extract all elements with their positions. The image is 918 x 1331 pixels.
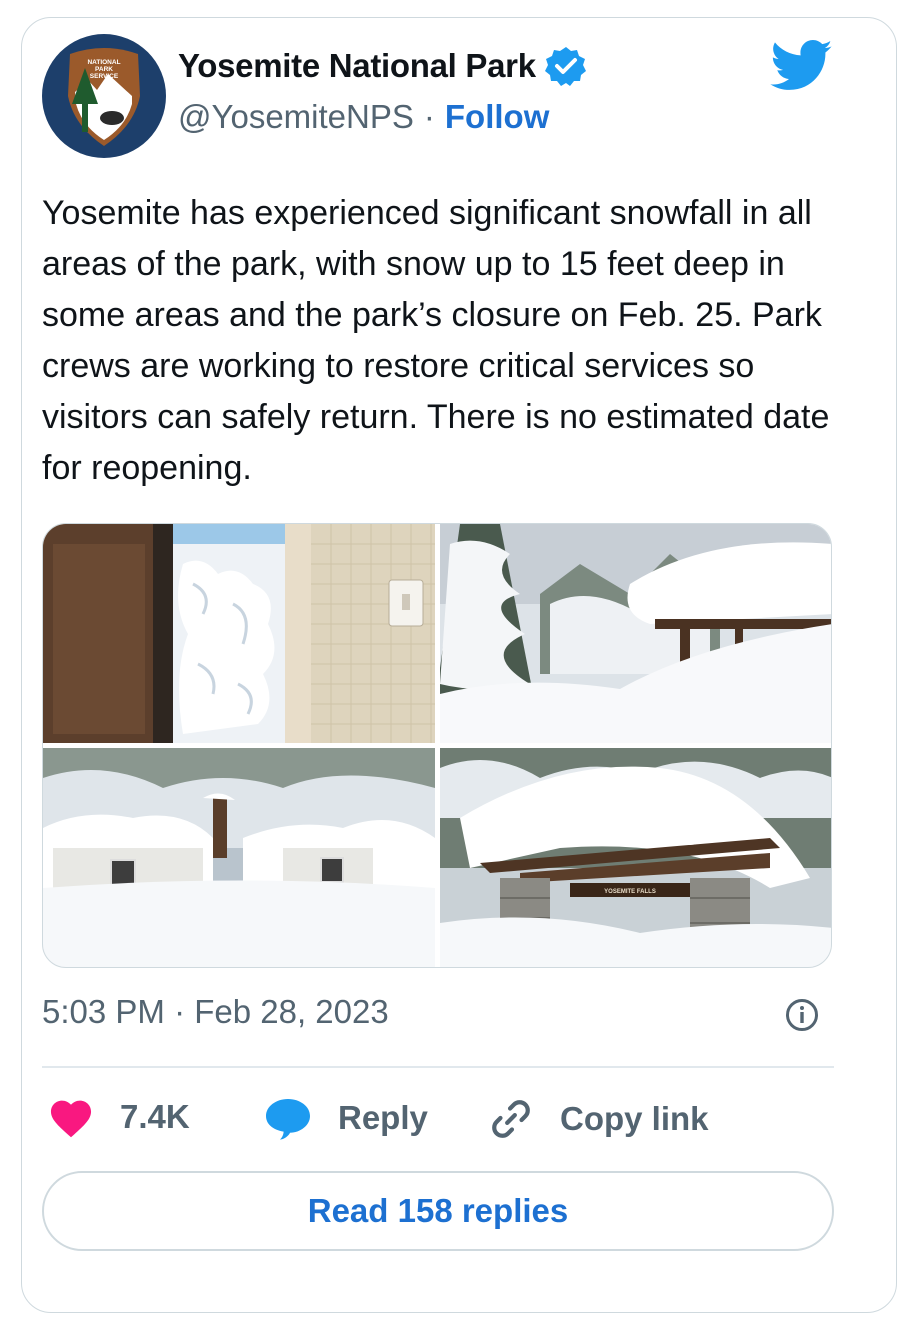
follow-button[interactable]: Follow bbox=[445, 98, 549, 136]
avatar-text-line: PARK bbox=[95, 66, 113, 73]
author-handle-row: @YosemiteNPS · Follow bbox=[178, 98, 549, 136]
snow-blocked-doorway-photo[interactable] bbox=[43, 524, 435, 743]
reply-button[interactable]: Reply bbox=[264, 1096, 428, 1140]
copy-link-label: Copy link bbox=[560, 1100, 709, 1137]
tweet-text: Yosemite has experienced significant sno… bbox=[42, 194, 830, 487]
tweet-timestamp[interactable]: 5:03 PM · Feb 28, 2023 bbox=[42, 993, 389, 1031]
link-icon bbox=[492, 1100, 530, 1138]
heart-icon bbox=[50, 1100, 92, 1138]
like-count: 7.4K bbox=[120, 1098, 190, 1135]
avatar-text-line: SERVICE bbox=[90, 73, 119, 80]
avatar-text-line: NATIONAL bbox=[87, 59, 120, 66]
twitter-bird-icon[interactable] bbox=[770, 40, 834, 92]
info-icon[interactable] bbox=[785, 998, 819, 1032]
action-bar: 7.4K Reply Copy link bbox=[48, 1096, 838, 1146]
separator-dot: · bbox=[423, 98, 435, 135]
author-handle[interactable]: @YosemiteNPS bbox=[178, 98, 414, 136]
nps-arrowhead-logo: NATIONAL PARK SERVICE bbox=[68, 48, 140, 146]
yosemite-falls-shelter-photo[interactable]: YOSEMITE FALLS bbox=[440, 748, 831, 967]
verified-badge-icon bbox=[544, 47, 586, 86]
like-button[interactable]: 7.4K bbox=[48, 1096, 190, 1138]
author-name[interactable]: Yosemite National Park bbox=[178, 47, 536, 85]
shelter-sign-text: YOSEMITE FALLS bbox=[604, 889, 656, 895]
author-avatar[interactable]: NATIONAL PARK SERVICE bbox=[42, 34, 166, 158]
copy-link-button[interactable]: Copy link bbox=[488, 1096, 709, 1142]
author-name-row: Yosemite National Park bbox=[178, 44, 588, 88]
reply-label: Reply bbox=[338, 1099, 428, 1136]
buried-cabins-photo[interactable] bbox=[43, 748, 435, 967]
snow-covered-shelter-photo[interactable] bbox=[440, 524, 831, 743]
divider bbox=[42, 1066, 834, 1068]
reply-bubble-icon bbox=[266, 1099, 310, 1140]
read-replies-button[interactable]: Read 158 replies bbox=[42, 1171, 834, 1251]
media-grid: YOSEMITE FALLS bbox=[42, 523, 832, 968]
